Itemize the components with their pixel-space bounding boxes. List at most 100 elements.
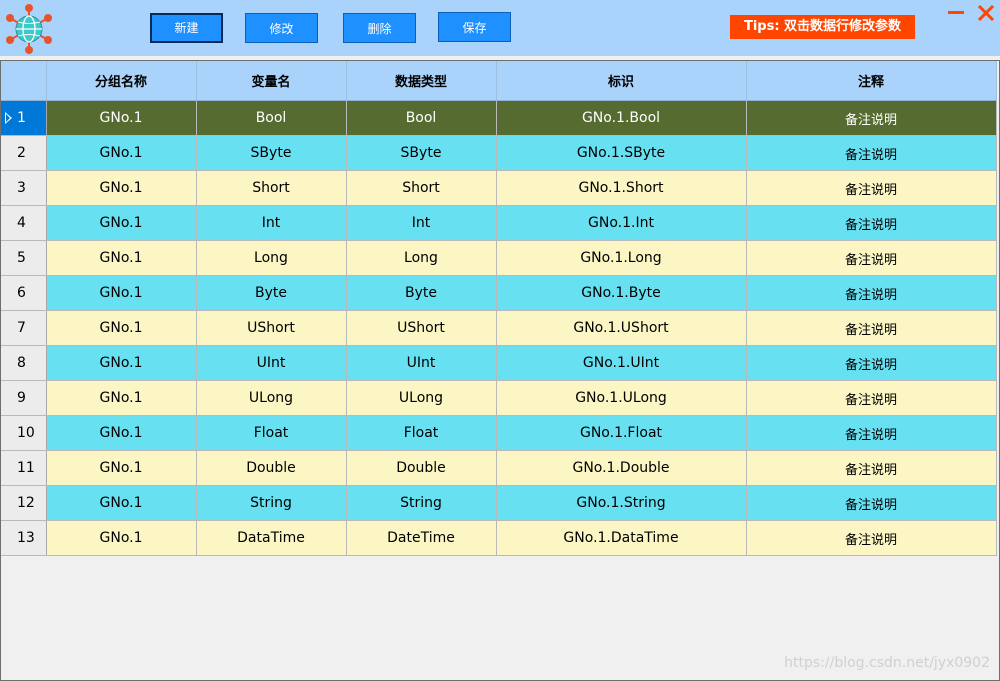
cell-note[interactable]: 备注说明: [746, 520, 997, 556]
cell-name[interactable]: Double: [196, 450, 347, 486]
row-header[interactable]: 12: [1, 485, 47, 521]
cell-note[interactable]: 备注说明: [746, 170, 997, 206]
cell-group[interactable]: GNo.1: [46, 415, 197, 451]
cell-note[interactable]: 备注说明: [746, 275, 997, 311]
table-row[interactable]: 6 GNo.1 Byte Byte GNo.1.Byte 备注说明: [1, 275, 997, 311]
table-row[interactable]: 8 GNo.1 UInt UInt GNo.1.UInt 备注说明: [1, 345, 997, 381]
cell-type[interactable]: SByte: [346, 135, 497, 171]
table-row[interactable]: 10 GNo.1 Float Float GNo.1.Float 备注说明: [1, 415, 997, 451]
column-header-type[interactable]: 数据类型: [346, 61, 497, 101]
cell-name[interactable]: String: [196, 485, 347, 521]
cell-id[interactable]: GNo.1.DataTime: [496, 520, 747, 556]
cell-note[interactable]: 备注说明: [746, 415, 997, 451]
cell-group[interactable]: GNo.1: [46, 345, 197, 381]
table-row[interactable]: 12 GNo.1 String String GNo.1.String 备注说明: [1, 485, 997, 521]
cell-type[interactable]: UShort: [346, 310, 497, 346]
corner-header[interactable]: [1, 61, 47, 101]
cell-group[interactable]: GNo.1: [46, 485, 197, 521]
cell-note[interactable]: 备注说明: [746, 240, 997, 276]
cell-name[interactable]: Short: [196, 170, 347, 206]
cell-id[interactable]: GNo.1.Float: [496, 415, 747, 451]
cell-type[interactable]: Short: [346, 170, 497, 206]
table-row[interactable]: 13 GNo.1 DataTime DateTime GNo.1.DataTime 备注说…: [1, 520, 997, 556]
table-row[interactable]: 7 GNo.1 UShort UShort GNo.1.UShort 备注说明: [1, 310, 997, 346]
table-row[interactable]: 9 GNo.1 ULong ULong GNo.1.ULong 备注说明: [1, 380, 997, 416]
cell-name[interactable]: DataTime: [196, 520, 347, 556]
cell-type[interactable]: Int: [346, 205, 497, 241]
cell-note[interactable]: 备注说明: [746, 135, 997, 171]
cell-group[interactable]: GNo.1: [46, 310, 197, 346]
cell-type[interactable]: DateTime: [346, 520, 497, 556]
cell-group[interactable]: GNo.1: [46, 450, 197, 486]
cell-group[interactable]: GNo.1: [46, 100, 197, 136]
cell-id[interactable]: GNo.1.UShort: [496, 310, 747, 346]
cell-id[interactable]: GNo.1.ULong: [496, 380, 747, 416]
cell-group[interactable]: GNo.1: [46, 380, 197, 416]
table-row[interactable]: 5 GNo.1 Long Long GNo.1.Long 备注说明: [1, 240, 997, 276]
row-header[interactable]: 7: [1, 310, 47, 346]
cell-name[interactable]: UInt: [196, 345, 347, 381]
cell-type[interactable]: ULong: [346, 380, 497, 416]
cell-id[interactable]: GNo.1.Long: [496, 240, 747, 276]
row-header[interactable]: 4: [1, 205, 47, 241]
cell-name[interactable]: Float: [196, 415, 347, 451]
cell-id[interactable]: GNo.1.Short: [496, 170, 747, 206]
save-button[interactable]: 保存: [438, 12, 511, 42]
cell-note[interactable]: 备注说明: [746, 380, 997, 416]
row-header[interactable]: 10: [1, 415, 47, 451]
cell-type[interactable]: Float: [346, 415, 497, 451]
cell-id[interactable]: GNo.1.Byte: [496, 275, 747, 311]
cell-id[interactable]: GNo.1.SByte: [496, 135, 747, 171]
cell-note[interactable]: 备注说明: [746, 450, 997, 486]
row-header[interactable]: 11: [1, 450, 47, 486]
cell-id[interactable]: GNo.1.String: [496, 485, 747, 521]
column-header-note[interactable]: 注释: [746, 61, 997, 101]
cell-group[interactable]: GNo.1: [46, 170, 197, 206]
cell-name[interactable]: Int: [196, 205, 347, 241]
table-row[interactable]: 2 GNo.1 SByte SByte GNo.1.SByte 备注说明: [1, 135, 997, 171]
row-header[interactable]: 9: [1, 380, 47, 416]
cell-type[interactable]: Double: [346, 450, 497, 486]
row-header[interactable]: 3: [1, 170, 47, 206]
row-header[interactable]: 1: [1, 100, 47, 136]
column-header-name[interactable]: 变量名: [196, 61, 347, 101]
cell-type[interactable]: Bool: [346, 100, 497, 136]
edit-button[interactable]: 修改: [245, 13, 318, 43]
cell-id[interactable]: GNo.1.Int: [496, 205, 747, 241]
cell-group[interactable]: GNo.1: [46, 275, 197, 311]
cell-name[interactable]: Byte: [196, 275, 347, 311]
cell-group[interactable]: GNo.1: [46, 205, 197, 241]
cell-note[interactable]: 备注说明: [746, 345, 997, 381]
row-header[interactable]: 8: [1, 345, 47, 381]
column-header-group[interactable]: 分组名称: [46, 61, 197, 101]
cell-group[interactable]: GNo.1: [46, 135, 197, 171]
cell-id[interactable]: GNo.1.UInt: [496, 345, 747, 381]
close-icon[interactable]: [976, 3, 996, 23]
cell-type[interactable]: UInt: [346, 345, 497, 381]
cell-name[interactable]: UShort: [196, 310, 347, 346]
table-row[interactable]: 11 GNo.1 Double Double GNo.1.Double 备注说明: [1, 450, 997, 486]
row-header[interactable]: 6: [1, 275, 47, 311]
cell-type[interactable]: Long: [346, 240, 497, 276]
row-header[interactable]: 2: [1, 135, 47, 171]
cell-type[interactable]: Byte: [346, 275, 497, 311]
cell-name[interactable]: Long: [196, 240, 347, 276]
cell-name[interactable]: Bool: [196, 100, 347, 136]
cell-type[interactable]: String: [346, 485, 497, 521]
cell-group[interactable]: GNo.1: [46, 520, 197, 556]
row-header[interactable]: 13: [1, 520, 47, 556]
row-header[interactable]: 5: [1, 240, 47, 276]
minimize-icon[interactable]: [946, 3, 966, 23]
table-row[interactable]: 3 GNo.1 Short Short GNo.1.Short 备注说明: [1, 170, 997, 206]
data-grid[interactable]: 分组名称 变量名 数据类型 标识 注释 1 GNo.1 Bool Bool GNo.1.…: [0, 60, 1000, 681]
cell-group[interactable]: GNo.1: [46, 240, 197, 276]
cell-note[interactable]: 备注说明: [746, 205, 997, 241]
new-button[interactable]: 新建: [150, 13, 223, 43]
cell-note[interactable]: 备注说明: [746, 485, 997, 521]
cell-id[interactable]: GNo.1.Bool: [496, 100, 747, 136]
table-row[interactable]: 1 GNo.1 Bool Bool GNo.1.Bool 备注说明: [1, 100, 997, 136]
cell-id[interactable]: GNo.1.Double: [496, 450, 747, 486]
cell-note[interactable]: 备注说明: [746, 100, 997, 136]
delete-button[interactable]: 删除: [343, 13, 416, 43]
column-header-id[interactable]: 标识: [496, 61, 747, 101]
